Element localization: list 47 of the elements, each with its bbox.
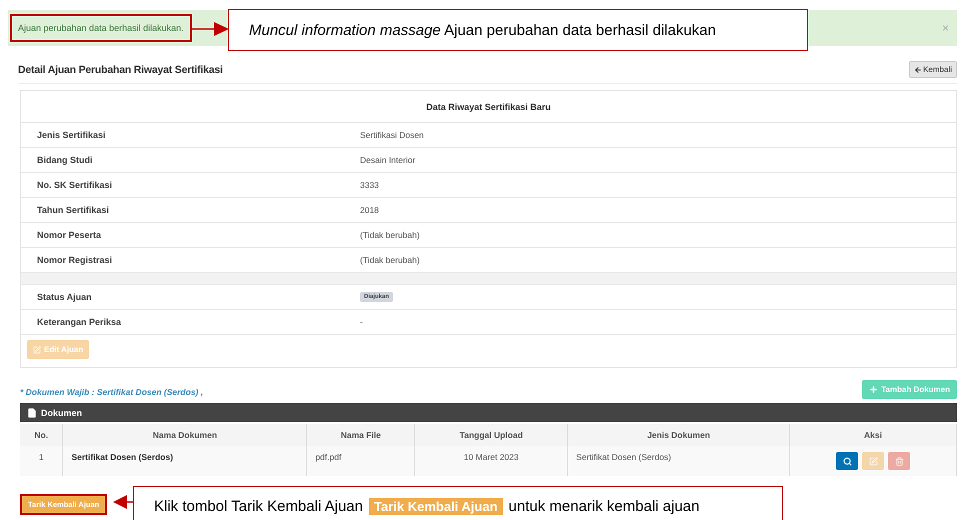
table-cell: Sertifikat Dosen (Serdos) xyxy=(62,446,307,476)
search-icon xyxy=(842,456,852,466)
table-cell: 10 Maret 2023 xyxy=(414,446,568,476)
field-value: - xyxy=(360,317,364,327)
panel-title: Dokumen xyxy=(41,408,82,418)
view-button[interactable] xyxy=(836,452,858,470)
table-cell: pdf.pdf xyxy=(306,446,415,476)
field-value: (Tidak berubah) xyxy=(360,255,421,265)
page-title: Detail Ajuan Perubahan Riwayat Sertifikasi xyxy=(18,64,223,76)
edit-icon xyxy=(868,456,878,466)
callout-text: Klik tombol Tarik Kembali Ajuan xyxy=(154,498,363,514)
column-header: Jenis Dokumen xyxy=(568,424,790,446)
back-button[interactable]: Kembali xyxy=(909,61,957,78)
pointer-arrow xyxy=(192,22,229,36)
field-value: 3333 xyxy=(360,180,380,190)
trash-icon xyxy=(894,456,904,466)
field-label: Keterangan Periksa xyxy=(37,317,122,327)
column-header: Nama Dokumen xyxy=(62,424,307,446)
field-label: Status Ajuan xyxy=(37,292,93,302)
alert-message: Ajuan perubahan data berhasil dilakukan. xyxy=(10,14,192,42)
field-label: No. SK Sertifikasi xyxy=(37,180,114,190)
field-label: Nomor Peserta xyxy=(37,230,102,240)
field-label: Nomor Registrasi xyxy=(37,255,114,265)
arrow-left-icon xyxy=(914,66,922,74)
callout-text: untuk menarik kembali ajuan xyxy=(508,498,700,514)
annotation-callout: Muncul information massage Ajuan perubahan data berhasil dilakukan xyxy=(228,9,808,51)
button-sample: Tarik Kembali Ajuan xyxy=(369,498,503,514)
column-header: Aksi xyxy=(790,424,956,446)
edit-icon xyxy=(33,346,41,354)
field-label: Bidang Studi xyxy=(37,155,94,165)
plus-icon xyxy=(869,385,878,394)
column-header: Tanggal Upload xyxy=(414,424,568,446)
close-button[interactable]: × xyxy=(942,21,949,35)
field-value: 2018 xyxy=(360,205,380,215)
field-value: Sertifikasi Dosen xyxy=(360,130,425,140)
column-header: No. xyxy=(20,424,63,446)
table-cell: 1 xyxy=(20,446,63,476)
add-document-button[interactable]: Tambah Dokumen xyxy=(862,380,957,399)
card-heading: Data Riwayat Sertifikasi Baru xyxy=(21,91,956,123)
field-value: (Tidak berubah) xyxy=(360,230,421,240)
required-note: * Dokumen Wajib : Sertifikat Dosen (Serdos) , xyxy=(20,387,204,397)
document-icon xyxy=(27,408,37,418)
field-value: Desain Interior xyxy=(360,155,416,165)
field-label: Tahun Sertifikasi xyxy=(37,205,110,215)
column-header: Nama File xyxy=(306,424,415,446)
field-label: Jenis Sertifikasi xyxy=(37,130,107,140)
table-cell: Sertifikat Dosen (Serdos) xyxy=(568,446,790,476)
